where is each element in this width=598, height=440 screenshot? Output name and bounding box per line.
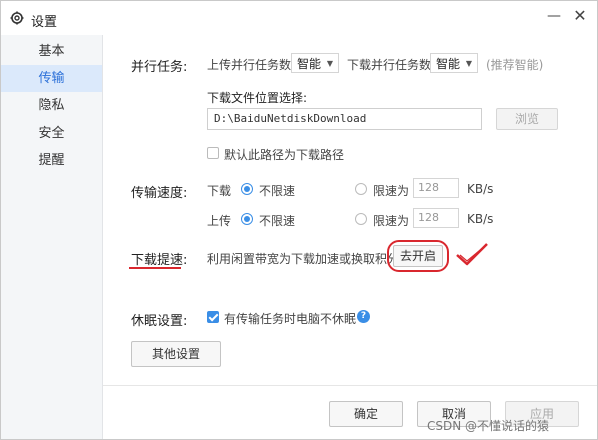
upload-unlimited-radio[interactable]: [241, 213, 253, 225]
upload-parallel-label: 上传并行任务数: [207, 58, 292, 72]
recommend-hint: (推荐智能): [486, 58, 544, 72]
upload-limit-radio[interactable]: [355, 213, 367, 225]
download-unlimited-radio[interactable]: [241, 183, 253, 195]
minimize-button[interactable]: —: [543, 5, 565, 27]
settings-sidebar: 基本 传输 隐私 安全 提醒: [1, 35, 103, 439]
sidebar-item-transfer[interactable]: 传输: [1, 65, 102, 92]
sidebar-item-privacy[interactable]: 隐私: [1, 92, 102, 119]
parallel-tasks-label: 并行任务:: [131, 60, 188, 75]
window-title: 设置: [31, 15, 58, 30]
download-path-label: 下载文件位置选择:: [207, 91, 308, 105]
default-path-label: 默认此路径为下载路径: [224, 148, 345, 162]
sidebar-item-security[interactable]: 安全: [1, 120, 102, 147]
download-accelerate-label: 下载提速:: [131, 253, 188, 268]
check-mark-annotation-icon: [456, 243, 488, 266]
download-speed-label: 下载: [207, 184, 232, 198]
browse-button[interactable]: 浏览: [496, 108, 558, 130]
annotation-underline: [129, 267, 181, 269]
accelerate-description: 利用闲置带宽为下载加速或换取积分: [207, 252, 400, 266]
download-parallel-select[interactable]: 智能 ▼: [430, 53, 478, 73]
transfer-speed-label: 传输速度:: [131, 186, 188, 201]
annotation-highlight-oval: [387, 240, 449, 272]
download-unlimited-label: 不限速: [259, 184, 296, 198]
upload-limit-label: 限速为: [373, 214, 410, 228]
chevron-down-icon: ▼: [326, 59, 333, 68]
footer-divider: [103, 385, 597, 386]
download-path-input[interactable]: D:\BaiduNetdiskDownload: [207, 108, 482, 130]
sidebar-item-basic[interactable]: 基本: [1, 38, 102, 65]
sleep-settings-label: 休眠设置:: [131, 314, 188, 329]
default-path-checkbox[interactable]: [207, 147, 219, 159]
upload-unit: KB/s: [467, 212, 494, 226]
download-unit: KB/s: [467, 182, 494, 196]
upload-unlimited-label: 不限速: [259, 214, 296, 228]
help-icon[interactable]: ?: [357, 310, 370, 323]
download-limit-label: 限速为: [373, 184, 410, 198]
chevron-down-icon: ▼: [465, 59, 472, 68]
upload-speed-label: 上传: [207, 214, 232, 228]
upload-limit-input[interactable]: 128: [413, 208, 459, 228]
upload-parallel-value: 智能: [297, 57, 322, 71]
settings-window: 设置 — ✕ 基本 传输 隐私 安全 提醒 并行任务: 上传并行任务数 智能 ▼…: [0, 0, 598, 440]
download-parallel-value: 智能: [436, 57, 461, 71]
sidebar-item-reminder[interactable]: 提醒: [1, 147, 102, 174]
download-limit-input[interactable]: 128: [413, 178, 459, 198]
upload-parallel-select[interactable]: 智能 ▼: [291, 53, 339, 73]
transfer-settings-panel: 并行任务: 上传并行任务数 智能 ▼ 下载并行任务数 智能 ▼ (推荐智能) 下…: [103, 35, 597, 439]
other-settings-button[interactable]: 其他设置: [131, 341, 221, 367]
download-parallel-label: 下载并行任务数: [347, 58, 432, 72]
ok-button[interactable]: 确定: [329, 401, 403, 427]
title-bar: 设置 — ✕: [1, 1, 597, 35]
download-limit-radio[interactable]: [355, 183, 367, 195]
no-sleep-label: 有传输任务时电脑不休眠: [224, 312, 357, 326]
csdn-watermark: CSDN @不懂说话的猿: [427, 419, 550, 433]
gear-icon: [10, 11, 24, 25]
no-sleep-checkbox[interactable]: [207, 311, 219, 323]
close-button[interactable]: ✕: [569, 5, 591, 27]
